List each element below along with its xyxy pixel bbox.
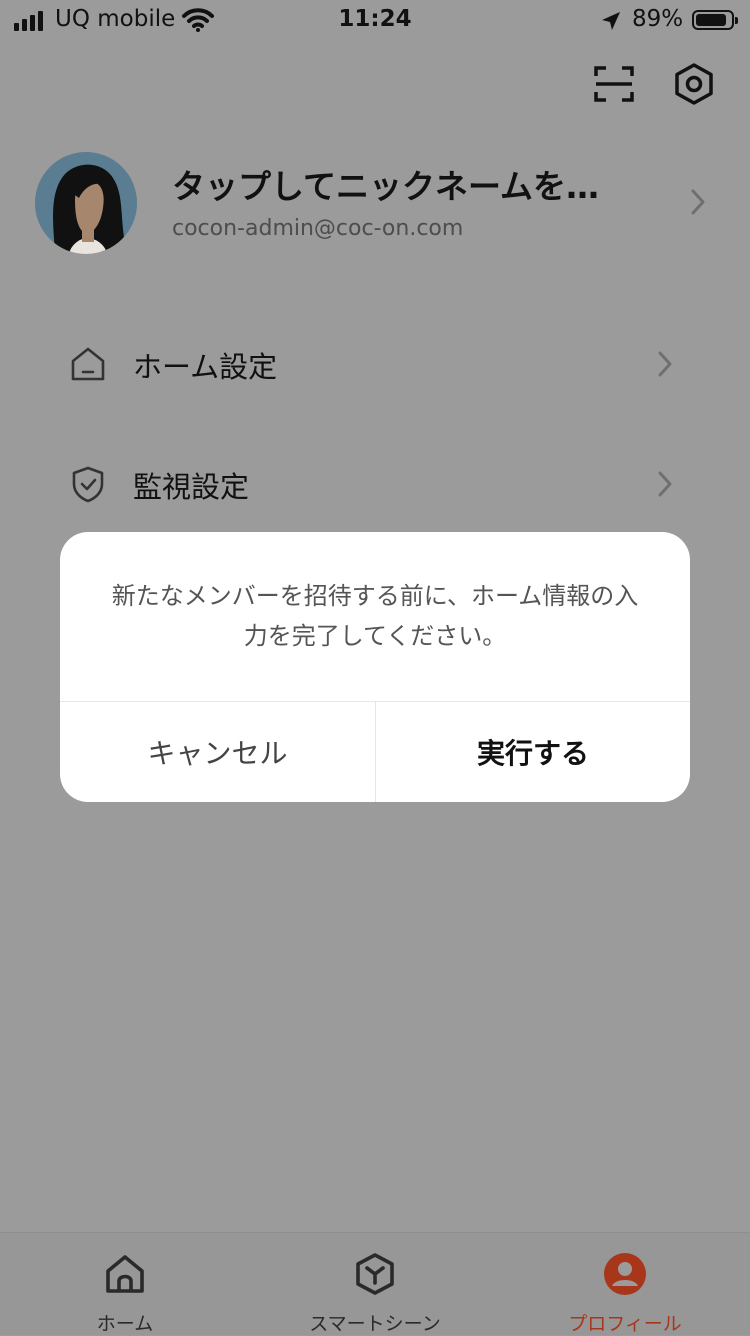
- tab-label: プロフィール: [568, 1313, 682, 1335]
- settings-gear-icon[interactable]: [672, 62, 716, 106]
- profile-screen: UQ mobile 11:24 89% タップしてニックネームを… cocon-…: [0, 0, 750, 1335]
- avatar-illustration: [35, 152, 137, 254]
- nickname-label[interactable]: タップしてニックネームを…: [172, 160, 599, 208]
- chevron-right-icon: [658, 471, 672, 497]
- scan-icon[interactable]: [592, 62, 636, 106]
- account-email: cocon-admin@coc-on.com: [172, 216, 464, 241]
- cube-icon: [356, 1253, 394, 1295]
- battery-icon: [692, 10, 738, 30]
- tab-label: ホーム: [96, 1313, 154, 1335]
- tab-smart-scene[interactable]: スマートシーン: [250, 1233, 500, 1335]
- shield-check-icon: [72, 466, 104, 503]
- home-outline-icon: [71, 347, 105, 381]
- battery-fill: [696, 14, 726, 26]
- tab-bar: ホーム スマートシーン プロフィール: [0, 1232, 750, 1335]
- location-arrow-icon: [602, 12, 620, 30]
- chevron-right-icon: [658, 351, 672, 377]
- tab-home[interactable]: ホーム: [0, 1233, 250, 1335]
- cancel-button[interactable]: キャンセル: [60, 702, 375, 802]
- home-icon: [106, 1255, 144, 1293]
- dialog-message: 新たなメンバーを招待する前に、ホーム情報の入力を完了してください。: [111, 582, 639, 650]
- battery-percent: 89%: [632, 6, 684, 32]
- tab-profile[interactable]: プロフィール: [500, 1233, 750, 1335]
- menu-item-label: 監視設定: [133, 470, 250, 504]
- tab-label: スマートシーン: [309, 1313, 441, 1335]
- menu-item-label: ホーム設定: [133, 350, 278, 384]
- chevron-right-icon[interactable]: [688, 188, 708, 216]
- profile-icon: [604, 1253, 646, 1295]
- status-bar: UQ mobile 11:24 89%: [0, 0, 750, 40]
- alert-dialog: 新たなメンバーを招待する前に、ホーム情報の入力を完了してください。 キャンセル …: [60, 532, 690, 802]
- confirm-button[interactable]: 実行する: [376, 702, 690, 802]
- avatar[interactable]: [35, 152, 137, 254]
